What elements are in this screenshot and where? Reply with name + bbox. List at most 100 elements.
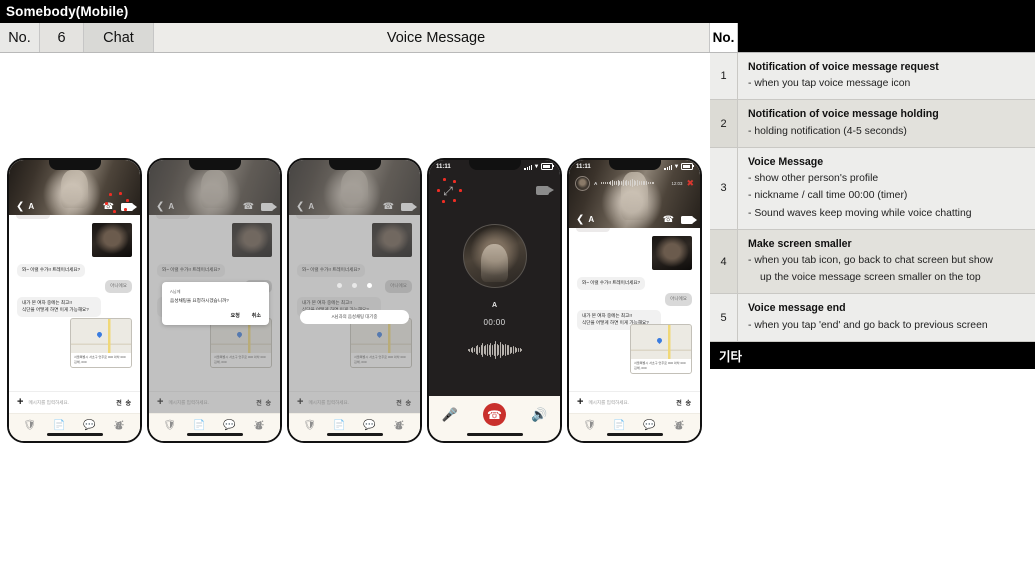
photo-message xyxy=(92,223,132,257)
send-button[interactable]: 전 송 xyxy=(116,398,132,407)
sound-wave xyxy=(467,340,522,360)
wave-bar xyxy=(514,346,516,354)
home-indicator xyxy=(466,433,523,436)
chat-nickname: A xyxy=(588,215,595,224)
caller-avatar-small xyxy=(575,175,590,191)
photo-message xyxy=(652,236,692,270)
dialog-cancel-button[interactable]: 취소 xyxy=(252,312,261,319)
voice-request-dialog: A님께 음성채팅을 요청하시겠습니까? 요청 취소 xyxy=(162,282,269,326)
voice-call-icon[interactable]: ☎ xyxy=(663,215,674,224)
loading-dot xyxy=(352,283,357,288)
spec-row-line: - when you tab icon, go back to chat scr… xyxy=(748,255,993,267)
add-attachment-icon[interactable]: + xyxy=(17,397,23,408)
cards-icon[interactable]: 📄 xyxy=(333,420,345,431)
message-input[interactable]: 메시지를 입력하세요. xyxy=(588,400,629,406)
chat-icon[interactable]: 💬 xyxy=(83,420,95,431)
wave-bar xyxy=(495,341,496,359)
chat-input-bar: + 메시지를 입력하세요. 전 송 xyxy=(9,391,140,413)
loading-dot xyxy=(367,283,372,288)
caller-name: A xyxy=(594,180,598,186)
person-icon[interactable]: ⛇ xyxy=(254,420,265,432)
wave-bar xyxy=(493,344,495,356)
wave-bar xyxy=(621,180,623,186)
video-camera-icon[interactable] xyxy=(536,186,554,195)
chat-icon[interactable]: 💬 xyxy=(643,420,655,431)
map-message-card: 서울특별시 서초구 언주로 000 아차 000 김해, 000 xyxy=(70,318,132,368)
spec-row-title: Notification of voice message holding xyxy=(748,108,939,121)
wave-bar xyxy=(483,346,485,354)
chat-nav-right: ☎ xyxy=(663,215,697,224)
shield-icon[interactable]: 🛡 xyxy=(304,420,317,431)
person-icon[interactable]: ⛇ xyxy=(674,420,685,432)
cards-icon[interactable]: 📄 xyxy=(613,420,625,431)
spec-table-rows: 1 Notification of voice message request - … xyxy=(710,53,1035,342)
spec-empty-area xyxy=(710,368,1035,579)
wave-bar xyxy=(508,344,509,356)
wave-bar xyxy=(615,180,617,186)
mute-microphone-icon[interactable]: 🎤 xyxy=(442,407,458,423)
chat-nav-left[interactable]: ❮ A xyxy=(16,201,35,212)
send-button[interactable]: 전 송 xyxy=(676,398,692,407)
wave-bar xyxy=(498,344,499,356)
chat-bubble: 아니에요 xyxy=(665,293,692,306)
add-attachment-icon[interactable]: + xyxy=(577,397,583,408)
spec-row-body: Voice message end - when you tap 'end' an… xyxy=(738,294,1035,340)
cards-icon[interactable]: 📄 xyxy=(53,420,65,431)
phone-notch xyxy=(188,160,241,170)
shield-icon[interactable]: 🛡 xyxy=(584,420,597,431)
spec-row-title: Make screen smaller xyxy=(748,237,852,250)
signal-icon xyxy=(524,164,533,170)
chat-message-area: 와~ 이럴 수가!! 트레이너세요? 아니에요 내가 본 여자 중에는 최고!!… xyxy=(569,228,700,391)
person-icon[interactable]: ⛇ xyxy=(394,420,405,432)
dialog-line-2: 음성채팅을 요청하시겠습니까? xyxy=(170,297,229,303)
spec-row-number: 5 xyxy=(710,294,738,341)
shield-icon[interactable]: 🛡 xyxy=(164,420,177,431)
spec-row-number: 1 xyxy=(710,53,738,100)
call-timer: 00:00 xyxy=(483,318,506,327)
wave-bar xyxy=(612,180,614,186)
holding-toast: A님과의 음성채팅 대기중 xyxy=(300,310,409,324)
wave-bar xyxy=(503,345,504,355)
end-call-icon[interactable]: ✖ xyxy=(686,178,694,188)
chat-nav-left[interactable]: ❮ A xyxy=(576,214,595,225)
spec-row-line: - when you tap voice message icon xyxy=(748,78,911,90)
minimized-call-bar[interactable]: A 12:03 ✖ xyxy=(569,173,700,193)
wave-bar xyxy=(613,181,615,185)
wave-bar xyxy=(496,344,498,356)
header-cell-category: Chat xyxy=(84,23,154,52)
video-call-icon[interactable] xyxy=(681,215,697,224)
chat-icon[interactable]: 💬 xyxy=(223,420,235,431)
shield-icon[interactable]: 🛡 xyxy=(24,420,37,431)
chat-bubble: 아니에요 xyxy=(105,280,132,293)
dialog-confirm-button[interactable]: 요청 xyxy=(231,312,240,319)
status-time: 11:11 xyxy=(576,163,591,170)
wave-bar xyxy=(509,346,511,354)
wave-bar xyxy=(490,342,491,358)
chat-icon[interactable]: 💬 xyxy=(363,420,375,431)
cards-icon[interactable]: 📄 xyxy=(193,420,205,431)
spec-row-number: 3 xyxy=(710,147,738,229)
spec-header-no: No. xyxy=(710,23,738,52)
wave-bar xyxy=(482,343,483,357)
person-icon[interactable]: ⛇ xyxy=(114,420,125,432)
chat-input-left: + 메시지를 입력하세요. xyxy=(577,397,629,408)
phone-mockup-3-holding: ❮ A ☎ 와~ 이럴 수가!! 트레이너세요? 아니에요 내가 본 여자 중에… xyxy=(287,158,422,443)
wave-bar xyxy=(472,347,473,353)
message-input[interactable]: 메시지를 입력하세요. xyxy=(28,400,69,406)
wave-bar xyxy=(488,344,490,356)
home-indicator xyxy=(186,433,243,436)
back-icon[interactable]: ❮ xyxy=(576,214,584,225)
chat-nickname: A xyxy=(28,202,35,211)
end-call-button[interactable]: ☎ xyxy=(482,403,506,426)
chat-bubble: 와~ 이럴 수가!! 트레이너세요? xyxy=(577,277,646,290)
back-icon[interactable]: ❮ xyxy=(16,201,24,212)
window-title-bar: Somebody(Mobile) xyxy=(0,0,1035,23)
chat-message-area: 와~ 이럴 수가!! 트레이너세요? 아니에요 내가 본 여자 중에는 최고!!… xyxy=(9,215,140,391)
speaker-icon[interactable]: 🔊 xyxy=(531,407,547,423)
wave-bar xyxy=(630,180,632,186)
chat-bubble: 내가 본 여자 중에는 최고!! 식단을 어떻게 하면 이게 가능해요? xyxy=(17,297,101,317)
wave-bar xyxy=(470,347,472,353)
header-cell-no: No. xyxy=(0,23,40,52)
bottom-tab-bar: 🛡 📄 💬 ⛇ xyxy=(9,413,140,441)
wave-bar xyxy=(500,341,501,359)
